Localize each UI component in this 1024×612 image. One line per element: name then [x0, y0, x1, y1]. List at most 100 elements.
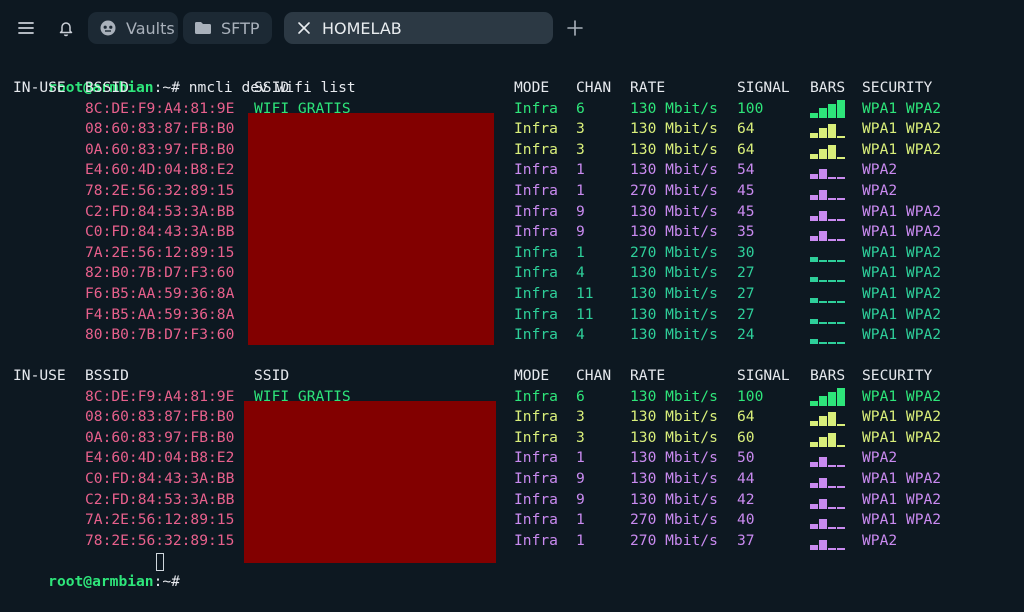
- mode-cell: Infra: [514, 532, 558, 549]
- security-cell: WPA1 WPA2: [862, 244, 942, 261]
- signal-bars-icon: [810, 388, 846, 406]
- signal-bars-icon: [810, 408, 846, 426]
- security-cell: WPA1 WPA2: [862, 223, 942, 240]
- rate-cell: 130 Mbit/s: [630, 408, 718, 425]
- signal-bar-filled: [810, 421, 818, 426]
- chan-cell: 9: [576, 223, 585, 240]
- signal-bar-empty: [837, 198, 845, 200]
- bssid-cell: 08:60:83:87:FB:B0: [85, 408, 235, 425]
- mode-cell: Infra: [514, 141, 558, 158]
- signal-cell: 37: [737, 532, 755, 549]
- signal-bar-filled: [810, 133, 818, 138]
- signal-bar-filled: [828, 392, 836, 406]
- bssid-cell: C2:FD:84:53:3A:BB: [85, 203, 235, 220]
- mode-cell: Infra: [514, 285, 558, 302]
- signal-bar-filled: [819, 211, 827, 221]
- signal-bar-empty: [837, 527, 845, 529]
- rate-cell: 270 Mbit/s: [630, 244, 718, 261]
- mode-cell: Infra: [514, 120, 558, 137]
- tab-homelab[interactable]: HOMELAB: [284, 12, 553, 44]
- signal-bar-empty: [837, 239, 845, 241]
- signal-bars-icon: [810, 264, 846, 282]
- signal-bars-icon: [810, 141, 846, 159]
- signal-bar-filled: [810, 401, 818, 406]
- header-ssid: SSID: [254, 367, 290, 384]
- signal-bar-filled: [828, 433, 836, 447]
- signal-bar-empty: [828, 507, 836, 509]
- chan-cell: 3: [576, 141, 585, 158]
- security-cell: WPA1 WPA2: [862, 408, 942, 425]
- signal-bar-filled: [828, 145, 836, 159]
- signal-bars-icon: [810, 429, 846, 447]
- chan-cell: 9: [576, 470, 585, 487]
- signal-cell: 54: [737, 161, 755, 178]
- signal-bar-filled: [810, 298, 818, 303]
- tab-vaults[interactable]: Vaults: [88, 12, 178, 44]
- bssid-cell: C0:FD:84:43:3A:BB: [85, 470, 235, 487]
- signal-bar-empty: [837, 157, 845, 159]
- chan-cell: 3: [576, 120, 585, 137]
- mode-cell: Infra: [514, 470, 558, 487]
- mode-cell: Infra: [514, 306, 558, 323]
- terminal[interactable]: root@armbian:~# nmcli dev wifi list root…: [0, 56, 1024, 590]
- signal-bar-empty: [828, 527, 836, 529]
- menu-icon[interactable]: [12, 14, 40, 42]
- bell-icon[interactable]: [52, 14, 80, 42]
- signal-bar-filled: [819, 231, 827, 241]
- header-bssid: BSSID: [85, 367, 129, 384]
- security-cell: WPA1 WPA2: [862, 511, 942, 528]
- prompt-line[interactable]: root@armbian:~#: [13, 552, 180, 590]
- signal-bars-icon: [810, 120, 846, 138]
- header-rate: RATE: [630, 367, 666, 384]
- chan-cell: 1: [576, 182, 585, 199]
- rate-cell: 130 Mbit/s: [630, 449, 718, 466]
- rate-cell: 130 Mbit/s: [630, 120, 718, 137]
- security-cell: WPA1 WPA2: [862, 306, 942, 323]
- signal-cell: 35: [737, 223, 755, 240]
- prompt-path: :~#: [153, 573, 180, 590]
- signal-bar-filled: [810, 524, 818, 529]
- close-icon[interactable]: [294, 18, 314, 38]
- signal-cell: 50: [737, 449, 755, 466]
- rate-cell: 270 Mbit/s: [630, 182, 718, 199]
- signal-bar-filled: [810, 216, 818, 221]
- signal-bar-empty: [828, 322, 836, 324]
- signal-bar-empty: [828, 301, 836, 303]
- mode-cell: Infra: [514, 429, 558, 446]
- security-cell: WPA1 WPA2: [862, 141, 942, 158]
- rate-cell: 130 Mbit/s: [630, 491, 718, 508]
- mode-cell: Infra: [514, 511, 558, 528]
- signal-cell: 27: [737, 264, 755, 281]
- signal-bar-empty: [828, 280, 836, 282]
- signal-bars-icon: [810, 285, 846, 303]
- folder-icon: [193, 18, 213, 38]
- chan-cell: 4: [576, 326, 585, 343]
- signal-bar-filled: [810, 545, 818, 550]
- bssid-cell: F6:B5:AA:59:36:8A: [85, 285, 235, 302]
- chan-cell: 1: [576, 244, 585, 261]
- signal-bars-icon: [810, 203, 846, 221]
- signal-bar-filled: [810, 462, 818, 467]
- signal-bar-filled: [810, 277, 818, 282]
- signal-bar-empty: [819, 342, 827, 344]
- bssid-cell: 7A:2E:56:12:89:15: [85, 511, 235, 528]
- rate-cell: 130 Mbit/s: [630, 388, 718, 405]
- signal-bar-filled: [819, 519, 827, 529]
- tab-sftp[interactable]: SFTP: [183, 12, 272, 44]
- signal-bar-filled: [819, 416, 827, 426]
- signal-bar-filled: [810, 236, 818, 241]
- signal-bars-icon: [810, 532, 846, 550]
- chan-cell: 1: [576, 161, 585, 178]
- signal-bar-empty: [828, 465, 836, 467]
- bssid-cell: 8C:DE:F9:A4:81:9E: [85, 388, 235, 405]
- signal-bar-filled: [819, 478, 827, 488]
- rate-cell: 130 Mbit/s: [630, 470, 718, 487]
- new-tab-button[interactable]: [561, 14, 589, 42]
- signal-bar-empty: [837, 280, 845, 282]
- bssid-cell: E4:60:4D:04:B8:E2: [85, 449, 235, 466]
- signal-bars-icon: [810, 491, 846, 509]
- chan-cell: 6: [576, 388, 585, 405]
- security-cell: WPA1 WPA2: [862, 203, 942, 220]
- rate-cell: 130 Mbit/s: [630, 223, 718, 240]
- chan-cell: 6: [576, 100, 585, 117]
